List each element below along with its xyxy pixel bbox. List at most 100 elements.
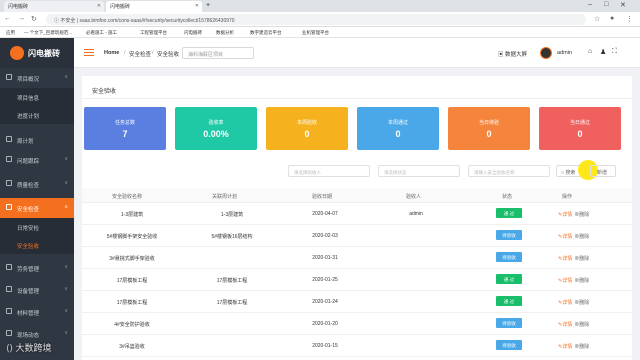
browser-tab[interactable]: 闪电搬砖 ✕	[4, 1, 104, 12]
menu-label: 日常安检	[17, 226, 40, 232]
row-actions: ✎详情 ⊗删除	[558, 255, 589, 262]
close-tab-icon[interactable]: ✕	[97, 3, 101, 9]
home-icon[interactable]: ⌂	[588, 48, 592, 55]
browser-tab-active[interactable]: 闪电搬砖 ✕	[106, 1, 202, 12]
bookmark[interactable]: 工程管理平台	[140, 30, 167, 36]
stat-value: 0	[577, 129, 583, 139]
sidebar-item-issues[interactable]: 问题跟踪 ∨	[0, 150, 74, 170]
cell-person: admin	[409, 211, 423, 217]
delete-link[interactable]: ⊗删除	[574, 278, 589, 284]
menu-label: 周计划	[17, 138, 34, 145]
tab-title: 闪电搬砖	[110, 4, 131, 10]
fullscreen-icon[interactable]: ⛶	[612, 48, 617, 56]
sidebar-item-quality[interactable]: 质量检查 ∨	[0, 174, 74, 194]
bookmark[interactable]: 必看施工 - 施工	[86, 30, 117, 36]
delete-label: 删除	[579, 322, 590, 328]
stat-card-week-accept: 本周验收 0	[266, 107, 348, 150]
menu-label: 问题跟踪	[17, 158, 40, 165]
username[interactable]: admin	[557, 50, 572, 56]
close-tab-icon[interactable]: ✕	[195, 3, 199, 9]
cell-date: 2020-01-31	[312, 255, 338, 261]
chevron-down-icon: ∨	[64, 180, 68, 186]
cell-plan: 1-3层建筑	[220, 212, 244, 218]
detail-link[interactable]: ✎详情	[558, 212, 572, 218]
delete-link[interactable]: ⊗删除	[574, 322, 589, 328]
sidebar-item-safety-acceptance[interactable]: 安全验收	[0, 236, 74, 254]
bookmark[interactable]: 数据分析	[216, 30, 234, 36]
menu-dots-icon[interactable]: ⋮	[626, 15, 633, 23]
divider	[82, 98, 632, 99]
forward-icon[interactable]: →	[18, 15, 25, 22]
reload-icon[interactable]: ↻	[31, 15, 37, 23]
status-badge: 通 过	[496, 208, 522, 218]
logo-text: 闪电搬砖	[28, 49, 60, 58]
close-window-icon[interactable]: ✕	[620, 1, 626, 9]
minimize-icon[interactable]: –	[588, 1, 592, 8]
detail-label: 详情	[562, 212, 573, 218]
menu-label: 项目概况	[17, 76, 40, 83]
detail-link[interactable]: ✎详情	[558, 322, 572, 328]
new-tab-icon[interactable]: +	[204, 1, 214, 12]
sidebar-item-safety[interactable]: 安全检查 ∧	[0, 198, 74, 218]
sidebar-item-material[interactable]: 材料管理 ∨	[0, 302, 74, 322]
detail-link[interactable]: ✎详情	[558, 256, 572, 262]
stat-value: 0	[395, 129, 401, 139]
user-icon[interactable]: ♟	[600, 48, 606, 56]
delete-link[interactable]: ⊗删除	[574, 300, 589, 306]
delete-link[interactable]: ⊗删除	[574, 234, 589, 240]
detail-link[interactable]: ✎详情	[558, 300, 572, 306]
logo[interactable]: 闪电搬砖	[0, 38, 74, 68]
detail-link[interactable]: ✎详情	[558, 278, 572, 284]
hamburger-menu-icon[interactable]	[84, 49, 94, 51]
page-title: 安全验收	[92, 89, 117, 95]
url-input[interactable]: ⓘ 不安全 | saas.bimfoo.com/cons-saas/#/secu…	[46, 14, 586, 25]
back-icon[interactable]: ←	[4, 15, 11, 22]
status-badge: 待验收	[496, 252, 522, 262]
data-screen-link[interactable]: ▣ 数据大屏	[498, 50, 527, 58]
row-actions: ✎详情 ⊗删除	[558, 211, 589, 218]
add-button[interactable]: 新增	[590, 165, 616, 177]
profile-icon[interactable]: ●	[610, 15, 614, 22]
sidebar-item-daily-check[interactable]: 日常安检	[0, 218, 74, 236]
bookmark[interactable]: — 个文下_巨建筑规范...	[24, 30, 72, 36]
avatar[interactable]	[540, 47, 552, 59]
sidebar-item-project-overview[interactable]: 项目概况 ∧	[0, 68, 74, 88]
sidebar-item-labor[interactable]: 劳务管理 ∨	[0, 258, 74, 278]
url-text: saas.bimfoo.com/cons-saas/#/security/sec…	[79, 17, 235, 24]
bookmark[interactable]: 数字建造云平台	[250, 30, 282, 36]
maximize-icon[interactable]: □	[604, 1, 608, 8]
row-actions: ✎详情 ⊗删除	[558, 343, 589, 350]
sidebar-item-weekly-plan[interactable]: 周计划	[0, 130, 74, 150]
person-filter[interactable]: 请选择验收人	[288, 165, 370, 177]
breadcrumb-home[interactable]: Home	[104, 50, 119, 56]
tab-title: 闪电搬砖	[8, 4, 29, 10]
project-select[interactable]: 海科海联区项目	[182, 47, 254, 59]
delete-link[interactable]: ⊗删除	[574, 344, 589, 350]
stat-card-week-pass: 本周通过 0	[357, 107, 439, 150]
bookmark[interactable]: 应用	[6, 30, 15, 36]
cell-date: 2020-01-20	[312, 321, 338, 327]
bookmark[interactable]: 业机管理平台	[302, 30, 329, 36]
sidebar-item-schedule[interactable]: 进度计划	[0, 106, 74, 124]
row-actions: ✎详情 ⊗删除	[558, 299, 589, 306]
detail-link[interactable]: ✎详情	[558, 344, 572, 350]
name-search-input[interactable]: 请输入安全验收名称	[468, 165, 550, 177]
detail-label: 详情	[562, 256, 573, 262]
breadcrumb-sep: /	[152, 50, 154, 56]
star-icon[interactable]: ☆	[594, 15, 600, 23]
delete-link[interactable]: ⊗删除	[574, 212, 589, 218]
material-icon	[6, 308, 12, 314]
status-filter[interactable]: 请选择状态	[378, 165, 460, 177]
breadcrumb-item[interactable]: 安全检查	[129, 50, 151, 58]
status-badge: 通 过	[496, 296, 522, 306]
bookmark[interactable]: 闪电搬砖	[184, 30, 202, 36]
delete-link[interactable]: ⊗删除	[574, 256, 589, 262]
stat-card-day-pending: 当日待验 0	[448, 107, 530, 150]
stat-title: 当日通过	[569, 120, 590, 126]
detail-link[interactable]: ✎详情	[558, 234, 572, 240]
chevron-down-icon: ∨	[64, 264, 68, 270]
menu-label: 项目信息	[17, 96, 40, 102]
sidebar-item-equipment[interactable]: 设备管理 ∨	[0, 280, 74, 300]
sidebar-item-project-info[interactable]: 项目信息	[0, 88, 74, 106]
add-label: 新增	[597, 170, 608, 176]
